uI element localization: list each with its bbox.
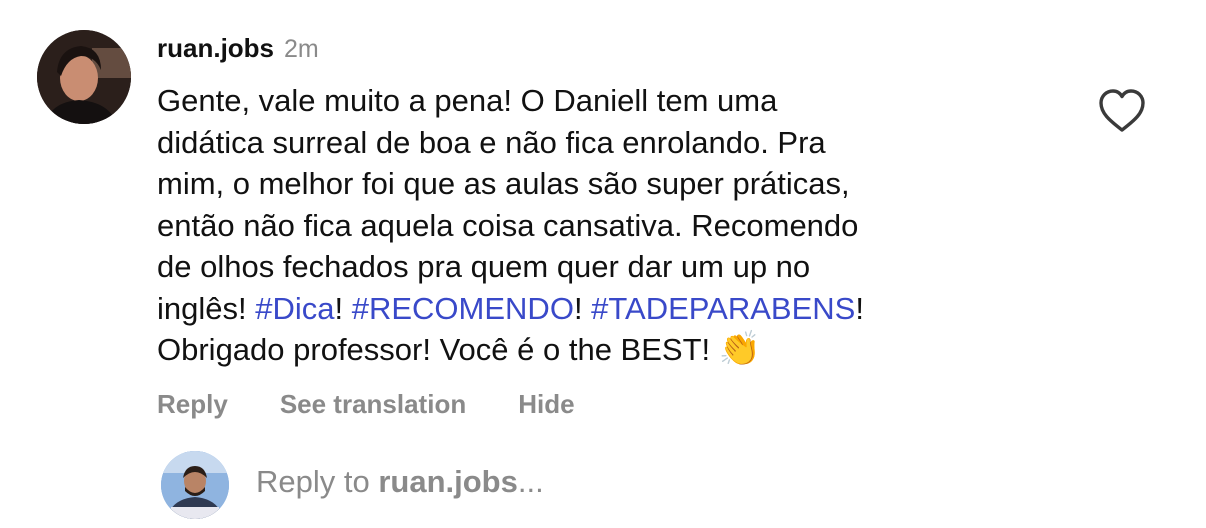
comment-line-hashtags: inglês! #Dica! #RECOMENDO! #TADEPARABENS… bbox=[157, 288, 1037, 330]
comment-text-segment: Obrigado professor! Você é o the BEST! bbox=[157, 332, 719, 367]
comment-line: então não fica aquela coisa cansativa. R… bbox=[157, 207, 859, 243]
like-button[interactable] bbox=[1097, 87, 1147, 135]
comment-line: didática surreal de boa e não fica enrol… bbox=[157, 124, 826, 160]
heart-outline-icon bbox=[1099, 89, 1145, 132]
commenter-avatar[interactable] bbox=[37, 30, 131, 124]
clapping-hands-icon: 👏 bbox=[718, 330, 762, 368]
comment-text-segment: ! bbox=[855, 290, 864, 326]
hide-button[interactable]: Hide bbox=[518, 389, 574, 420]
reply-button[interactable]: Reply bbox=[157, 389, 228, 420]
reply-placeholder-username: ruan.jobs bbox=[378, 464, 518, 499]
comment-timestamp: 2m bbox=[284, 35, 319, 63]
comment-line-final: Obrigado professor! Você é o the BEST! 👏 bbox=[157, 329, 1037, 371]
current-user-avatar bbox=[161, 451, 229, 519]
comment-text-segment: inglês! bbox=[157, 290, 256, 326]
comment-actions: Reply See translation Hide bbox=[157, 389, 575, 420]
avatar-photo-icon bbox=[37, 30, 131, 124]
reply-placeholder-prefix: Reply to bbox=[256, 464, 379, 499]
comment-text-segment: ! bbox=[334, 290, 352, 326]
comment-line: de olhos fechados pra quem quer dar um u… bbox=[157, 249, 811, 284]
avatar-photo-icon bbox=[161, 451, 229, 519]
hashtag-dica[interactable]: #Dica bbox=[255, 291, 334, 326]
reply-input[interactable]: Reply to ruan.jobs... bbox=[256, 464, 544, 500]
comment-line: Gente, vale muito a pena! O Daniell tem … bbox=[157, 83, 778, 118]
comment-header: ruan.jobs 2m bbox=[157, 33, 319, 67]
hashtag-tadeparabens[interactable]: #TADEPARABENS bbox=[591, 291, 855, 326]
reply-placeholder-suffix: ... bbox=[517, 464, 544, 499]
comment-text-segment: ! bbox=[573, 290, 592, 326]
hashtag-recomendo[interactable]: #RECOMENDO bbox=[352, 291, 574, 326]
comment-username[interactable]: ruan.jobs bbox=[157, 33, 274, 64]
comment-text: Gente, vale muito a pena! O Daniell tem … bbox=[157, 80, 1037, 371]
see-translation-button[interactable]: See translation bbox=[280, 389, 466, 420]
comment-line: mim, o melhor foi que as aulas são super… bbox=[157, 166, 850, 201]
